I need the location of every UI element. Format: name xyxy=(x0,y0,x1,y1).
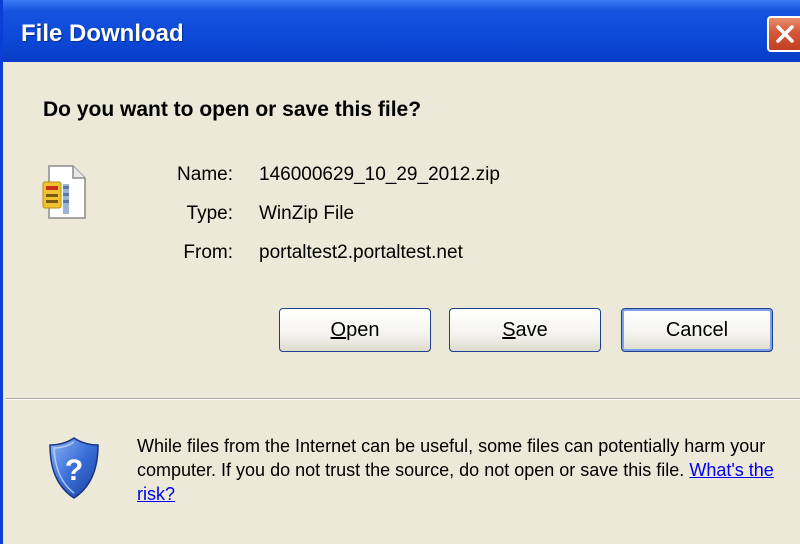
shield-question-icon: ? xyxy=(49,437,99,499)
warning-text: While files from the Internet can be use… xyxy=(137,436,766,480)
name-label: Name: xyxy=(177,164,233,185)
save-mnemonic: S xyxy=(502,318,516,341)
cancel-button[interactable]: Cancel xyxy=(621,308,773,352)
from-value: portaltest2.portaltest.net xyxy=(259,242,463,263)
save-label-rest: ave xyxy=(515,318,548,341)
open-mnemonic: O xyxy=(330,318,347,341)
close-icon xyxy=(776,25,794,43)
file-download-dialog: File Download Do you want to open or sav… xyxy=(0,0,800,544)
save-button[interactable]: Save xyxy=(449,308,601,352)
divider-highlight xyxy=(6,399,800,400)
cancel-label: Cancel xyxy=(665,318,729,341)
open-label-rest: pen xyxy=(346,318,380,341)
dialog-question: Do you want to open or save this file? xyxy=(43,98,422,121)
window-title: File Download xyxy=(21,20,184,47)
open-button[interactable]: Open xyxy=(279,308,431,352)
title-bar[interactable]: File Download xyxy=(3,0,800,62)
type-label: Type: xyxy=(186,203,233,224)
close-button[interactable] xyxy=(767,16,800,52)
type-value: WinZip File xyxy=(259,203,355,224)
svg-text:?: ? xyxy=(65,454,83,487)
security-warning: While files from the Internet can be use… xyxy=(137,434,787,506)
from-label: From: xyxy=(183,242,233,263)
name-value: 146000629_10_29_2012.zip xyxy=(259,164,500,185)
